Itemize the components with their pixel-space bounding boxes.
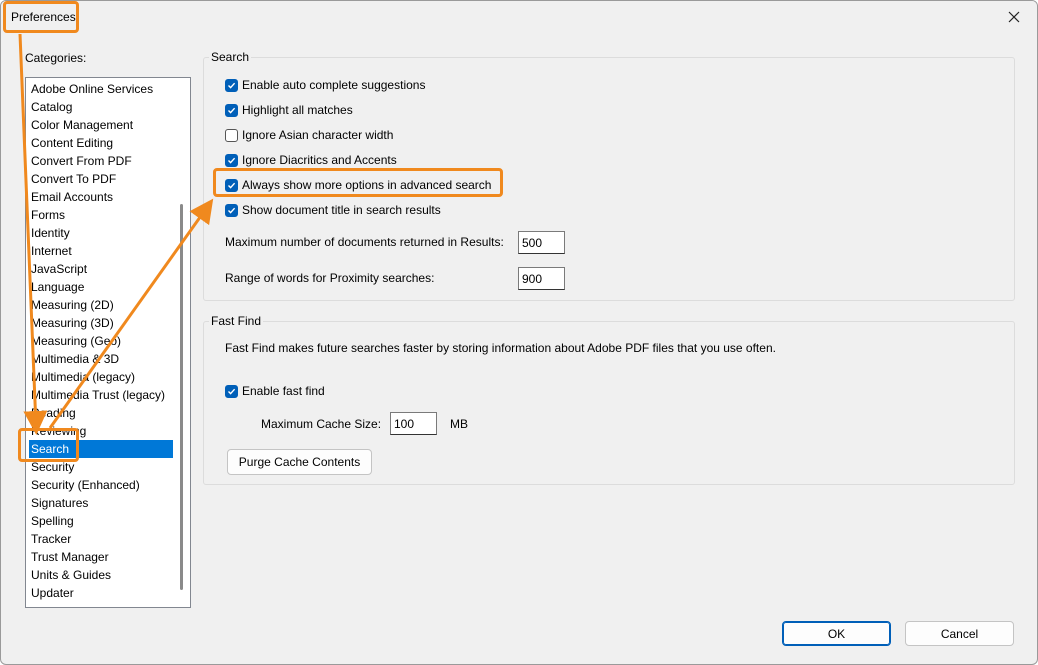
cancel-button[interactable]: Cancel bbox=[905, 621, 1014, 646]
category-multimedia-trust-legacy[interactable]: Multimedia Trust (legacy) bbox=[29, 386, 173, 404]
categories-list[interactable]: Adobe Online Services Catalog Color Mana… bbox=[25, 77, 191, 608]
option-label: Show document title in search results bbox=[242, 203, 441, 217]
option-label: Ignore Diacritics and Accents bbox=[242, 153, 397, 167]
search-group-title: Search bbox=[209, 50, 252, 64]
option-label: Enable fast find bbox=[242, 384, 325, 398]
category-multimedia-legacy[interactable]: Multimedia (legacy) bbox=[29, 368, 173, 386]
category-color-management[interactable]: Color Management bbox=[29, 116, 173, 134]
max-docs-input[interactable] bbox=[518, 231, 565, 254]
category-security-enhanced[interactable]: Security (Enhanced) bbox=[29, 476, 173, 494]
category-updater[interactable]: Updater bbox=[29, 584, 173, 602]
annotation-box-search-category bbox=[18, 428, 79, 462]
category-language[interactable]: Language bbox=[29, 278, 173, 296]
cache-unit-label: MB bbox=[450, 417, 468, 431]
category-convert-to-pdf[interactable]: Convert To PDF bbox=[29, 170, 173, 188]
category-signatures[interactable]: Signatures bbox=[29, 494, 173, 512]
option-label: Highlight all matches bbox=[242, 103, 353, 117]
scrollbar-thumb[interactable] bbox=[180, 204, 183, 590]
option-ignore-asian-width[interactable]: Ignore Asian character width bbox=[225, 127, 393, 143]
checkbox-checked-icon[interactable] bbox=[225, 384, 238, 398]
category-identity[interactable]: Identity bbox=[29, 224, 173, 242]
fast-find-group-title: Fast Find bbox=[209, 314, 264, 328]
proximity-label: Range of words for Proximity searches: bbox=[225, 271, 435, 285]
checkbox-unchecked-icon[interactable] bbox=[225, 128, 238, 142]
cache-size-label: Maximum Cache Size: bbox=[261, 417, 382, 431]
option-label: Ignore Asian character width bbox=[242, 128, 394, 142]
categories-scrollbar[interactable] bbox=[173, 78, 190, 607]
checkbox-checked-icon[interactable] bbox=[225, 203, 238, 217]
close-button[interactable] bbox=[991, 1, 1037, 33]
title-bar: Preferences bbox=[1, 1, 1037, 33]
category-email-accounts[interactable]: Email Accounts bbox=[29, 188, 173, 206]
max-docs-label: Maximum number of documents returned in … bbox=[225, 235, 504, 249]
preferences-dialog: Preferences Categories: Adobe Online Ser… bbox=[0, 0, 1038, 665]
categories-label: Categories: bbox=[25, 51, 87, 65]
checkbox-checked-icon[interactable] bbox=[225, 153, 238, 167]
category-measuring-geo[interactable]: Measuring (Geo) bbox=[29, 332, 173, 350]
fast-find-description: Fast Find makes future searches faster b… bbox=[225, 341, 776, 355]
category-javascript[interactable]: JavaScript bbox=[29, 260, 173, 278]
category-spelling[interactable]: Spelling bbox=[29, 512, 173, 530]
checkbox-checked-icon[interactable] bbox=[225, 78, 238, 92]
option-ignore-diacritics[interactable]: Ignore Diacritics and Accents bbox=[225, 152, 397, 168]
category-tracker[interactable]: Tracker bbox=[29, 530, 173, 548]
category-adobe-online-services[interactable]: Adobe Online Services bbox=[29, 80, 173, 98]
category-forms[interactable]: Forms bbox=[29, 206, 173, 224]
cache-size-input[interactable] bbox=[390, 412, 437, 435]
purge-cache-button[interactable]: Purge Cache Contents bbox=[227, 449, 372, 475]
option-label: Enable auto complete suggestions bbox=[242, 78, 426, 92]
proximity-input[interactable] bbox=[518, 267, 565, 290]
annotation-box-title bbox=[3, 1, 79, 33]
option-auto-complete[interactable]: Enable auto complete suggestions bbox=[225, 77, 425, 93]
category-trust-manager[interactable]: Trust Manager bbox=[29, 548, 173, 566]
ok-button[interactable]: OK bbox=[782, 621, 891, 646]
checkbox-checked-icon[interactable] bbox=[225, 103, 238, 117]
category-multimedia-3d[interactable]: Multimedia & 3D bbox=[29, 350, 173, 368]
category-convert-from-pdf[interactable]: Convert From PDF bbox=[29, 152, 173, 170]
close-icon bbox=[1008, 11, 1020, 23]
category-catalog[interactable]: Catalog bbox=[29, 98, 173, 116]
category-reading[interactable]: Reading bbox=[29, 404, 173, 422]
category-internet[interactable]: Internet bbox=[29, 242, 173, 260]
option-enable-fast-find[interactable]: Enable fast find bbox=[225, 383, 325, 399]
annotation-box-advanced-option bbox=[213, 168, 503, 197]
option-highlight-all[interactable]: Highlight all matches bbox=[225, 102, 353, 118]
category-content-editing[interactable]: Content Editing bbox=[29, 134, 173, 152]
option-show-doc-title[interactable]: Show document title in search results bbox=[225, 202, 441, 218]
category-measuring-3d[interactable]: Measuring (3D) bbox=[29, 314, 173, 332]
category-measuring-2d[interactable]: Measuring (2D) bbox=[29, 296, 173, 314]
category-units-guides[interactable]: Units & Guides bbox=[29, 566, 173, 584]
